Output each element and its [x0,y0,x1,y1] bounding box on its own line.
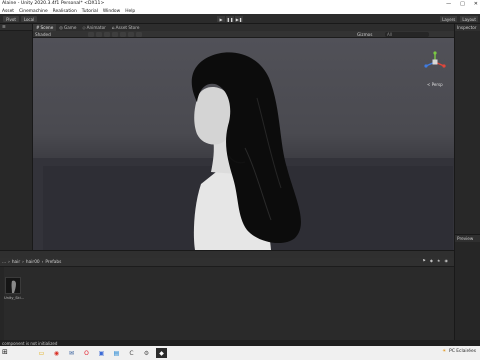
opera-icon[interactable]: O [81,348,92,358]
project-tool-icons: ⚑ ◆ ★ ◉ [422,258,448,263]
file-explorer-icon[interactable]: ▭ [36,348,47,358]
os-taskbar: ⊞ ▭ ◉ ✉ O ▣ ▤ C ⚙ ◆ ☀ PC Eclairées [0,346,480,360]
window-title: Alaine - Unity 2020.3.4f1 Personal* <DX1… [2,1,105,6]
breadcrumb-item[interactable]: hair [12,260,20,265]
gizmo-grid-toggle[interactable] [136,32,142,37]
character-model [191,52,301,250]
gizmos-dropdown[interactable]: Gizmos [357,32,372,37]
hierarchy-icon: ≡ [2,24,6,30]
settings-icon[interactable]: ⚙ [141,348,152,358]
tab-game[interactable]: ◎ Game [56,24,79,31]
tab-asset-store[interactable]: ⌂ Asset Store [109,24,143,31]
pause-button[interactable]: ❚❚ [226,16,234,22]
c-app-icon[interactable]: C [126,348,137,358]
effects-toggle[interactable] [112,32,118,37]
menu-window[interactable]: Window [103,9,120,14]
prefab-thumbnail[interactable] [5,277,21,294]
title-bar: Alaine - Unity 2020.3.4f1 Personal* <DX1… [0,0,480,8]
preview-title: Preview [457,236,474,241]
label-icon[interactable]: ◆ [430,258,433,263]
scene-search-input[interactable]: All [385,32,429,37]
status-text: component is not initialized [2,340,58,346]
photos-icon[interactable]: ▣ [96,348,107,358]
layout-dropdown[interactable]: Layout [460,16,478,22]
mail-icon[interactable]: ✉ [66,348,77,358]
system-tray: ☀ PC Eclairées [442,349,476,354]
unity-icon[interactable]: ◆ [156,348,167,358]
chrome-icon[interactable]: ◉ [51,348,62,358]
projection-label[interactable]: < Persp [427,82,443,87]
lighting-toggle[interactable] [96,32,102,37]
audio-toggle[interactable] [104,32,110,37]
breadcrumb-item[interactable]: Prefabs [45,260,61,265]
play-button[interactable]: ▶ [217,16,225,22]
orientation-gizmo[interactable] [423,50,447,80]
hierarchy-panel: ≡ [0,24,33,250]
layers-dropdown[interactable]: Layers [440,16,458,22]
star-icon[interactable]: ★ [437,258,441,263]
game-tab-icon: ◎ [59,25,63,30]
scene-viewport[interactable]: < Persp [33,38,454,250]
inspector-title: Inspector [457,25,477,30]
step-button[interactable]: ▶❚ [235,16,243,22]
breadcrumb-separator-icon: › [8,259,10,265]
scene-tab-bar: # Scene ◎ Game ◇ Animator ⌂ Asset Store [33,24,454,31]
visibility-icon[interactable]: ◉ [445,258,449,263]
menu-cinemachine[interactable]: Cinemachine [19,9,48,14]
tray-clock[interactable]: PC Eclairées [449,349,476,354]
project-tab-row [0,251,454,258]
camera-toggle[interactable] [128,32,134,37]
prefab-preview-icon [11,280,16,293]
scene-toolbar: Shaded Gizmos All [33,31,454,38]
menu-asset[interactable]: Asset [2,9,14,14]
pivot-toggle[interactable]: Pivot [3,16,19,22]
preview-header: Preview [455,235,480,242]
menu-tutorial[interactable]: Tutorial [82,9,98,14]
inspector-panel: Inspector Preview [454,24,480,350]
close-button[interactable]: ✕ [474,1,478,7]
local-toggle[interactable]: Local [21,16,37,22]
filter-icon[interactable]: ⚑ [422,258,426,263]
store-tab-icon: ⌂ [111,25,115,30]
shading-mode-dropdown[interactable]: Shaded [35,32,51,37]
preview-panel: Preview [455,234,480,350]
inspector-header: Inspector [455,24,480,31]
scene-view-toggles [88,32,142,37]
taskbar-apps: ▭ ◉ ✉ O ▣ ▤ C ⚙ ◆ [36,348,167,358]
tab-scene[interactable]: # Scene [33,24,57,31]
breadcrumb-item[interactable]: ... [2,260,6,265]
breadcrumb: ... › hair › hair00 › Prefabs [0,258,454,267]
2d-toggle[interactable] [88,32,94,37]
minimize-button[interactable]: — [446,1,451,7]
maximize-button[interactable]: □ [460,1,465,7]
store-icon[interactable]: ▤ [111,348,122,358]
animator-tab-icon: ◇ [82,25,86,30]
breadcrumb-item[interactable]: hair00 [26,260,40,265]
menu-help[interactable]: Help [125,9,135,14]
breadcrumb-separator-icon: › [22,259,24,265]
tab-animator[interactable]: ◇ Animator [79,24,109,31]
center-cube-icon [432,59,438,65]
project-panel: ... › hair › hair00 › Prefabs ⚑ ◆ ★ ◉ Un… [0,250,454,347]
hidden-objects-toggle[interactable] [120,32,126,37]
windows-start-icon[interactable]: ⊞ [2,348,12,358]
asset-label: Unity_Ski... [4,296,25,300]
menu-realisation[interactable]: Realisation [53,9,77,14]
hierarchy-header: ≡ [0,24,32,31]
project-folder-tree [0,267,4,347]
scene-tab-icon: # [36,25,40,30]
scene-panel: # Scene ◎ Game ◇ Animator ⌂ Asset Store Shad… [33,24,454,250]
weather-icon[interactable]: ☀ [442,349,446,354]
breadcrumb-separator-icon: › [41,259,44,265]
main-toolbar: Pivot Local ▶ ❚❚ ▶❚ Layers Layout [0,14,480,24]
